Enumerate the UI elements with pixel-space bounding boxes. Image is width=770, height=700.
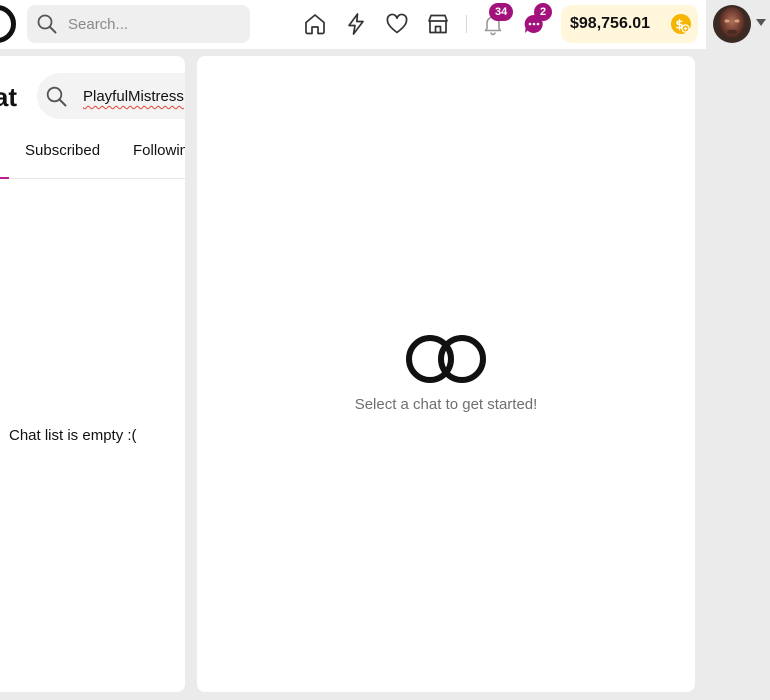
page-title: hat: [0, 82, 17, 112]
chat-search[interactable]: PlayfulMistress: [37, 73, 185, 119]
balance-amount: $98,756.01: [570, 15, 651, 32]
tab-following[interactable]: Followin: [133, 142, 185, 159]
messages-badge: 2: [534, 3, 553, 21]
chat-view-panel: Select a chat to get started!: [197, 56, 695, 692]
global-search[interactable]: [27, 5, 250, 43]
chevron-down-icon[interactable]: [756, 19, 766, 26]
active-tab-indicator: [0, 177, 9, 179]
heart-icon[interactable]: [385, 12, 409, 36]
coin-icon: $: [671, 14, 691, 34]
chat-tabs: Subscribed Followin: [0, 131, 185, 179]
empty-chat-prompt: Select a chat to get started!: [354, 396, 538, 413]
chat-search-input[interactable]: PlayfulMistress: [83, 88, 184, 105]
notifications-badge: 34: [489, 3, 514, 21]
home-icon[interactable]: [303, 12, 327, 36]
search-input[interactable]: [68, 13, 238, 35]
balance-pill[interactable]: $98,756.01 $: [561, 5, 698, 43]
empty-list-message: Chat list is empty :(: [9, 427, 137, 444]
logo[interactable]: [0, 5, 16, 43]
nav-divider: [466, 15, 467, 33]
top-bar: 34 2 $98,756.01 $: [0, 0, 706, 49]
search-icon: [37, 14, 57, 34]
rings-icon: [406, 335, 486, 383]
chat-list-panel: hat PlayfulMistress Subscribed Followin …: [0, 56, 185, 692]
avatar[interactable]: [713, 5, 751, 43]
search-icon: [46, 86, 67, 107]
store-icon[interactable]: [426, 12, 450, 36]
lightning-icon[interactable]: [344, 12, 368, 36]
tab-subscribed[interactable]: Subscribed: [25, 142, 100, 159]
